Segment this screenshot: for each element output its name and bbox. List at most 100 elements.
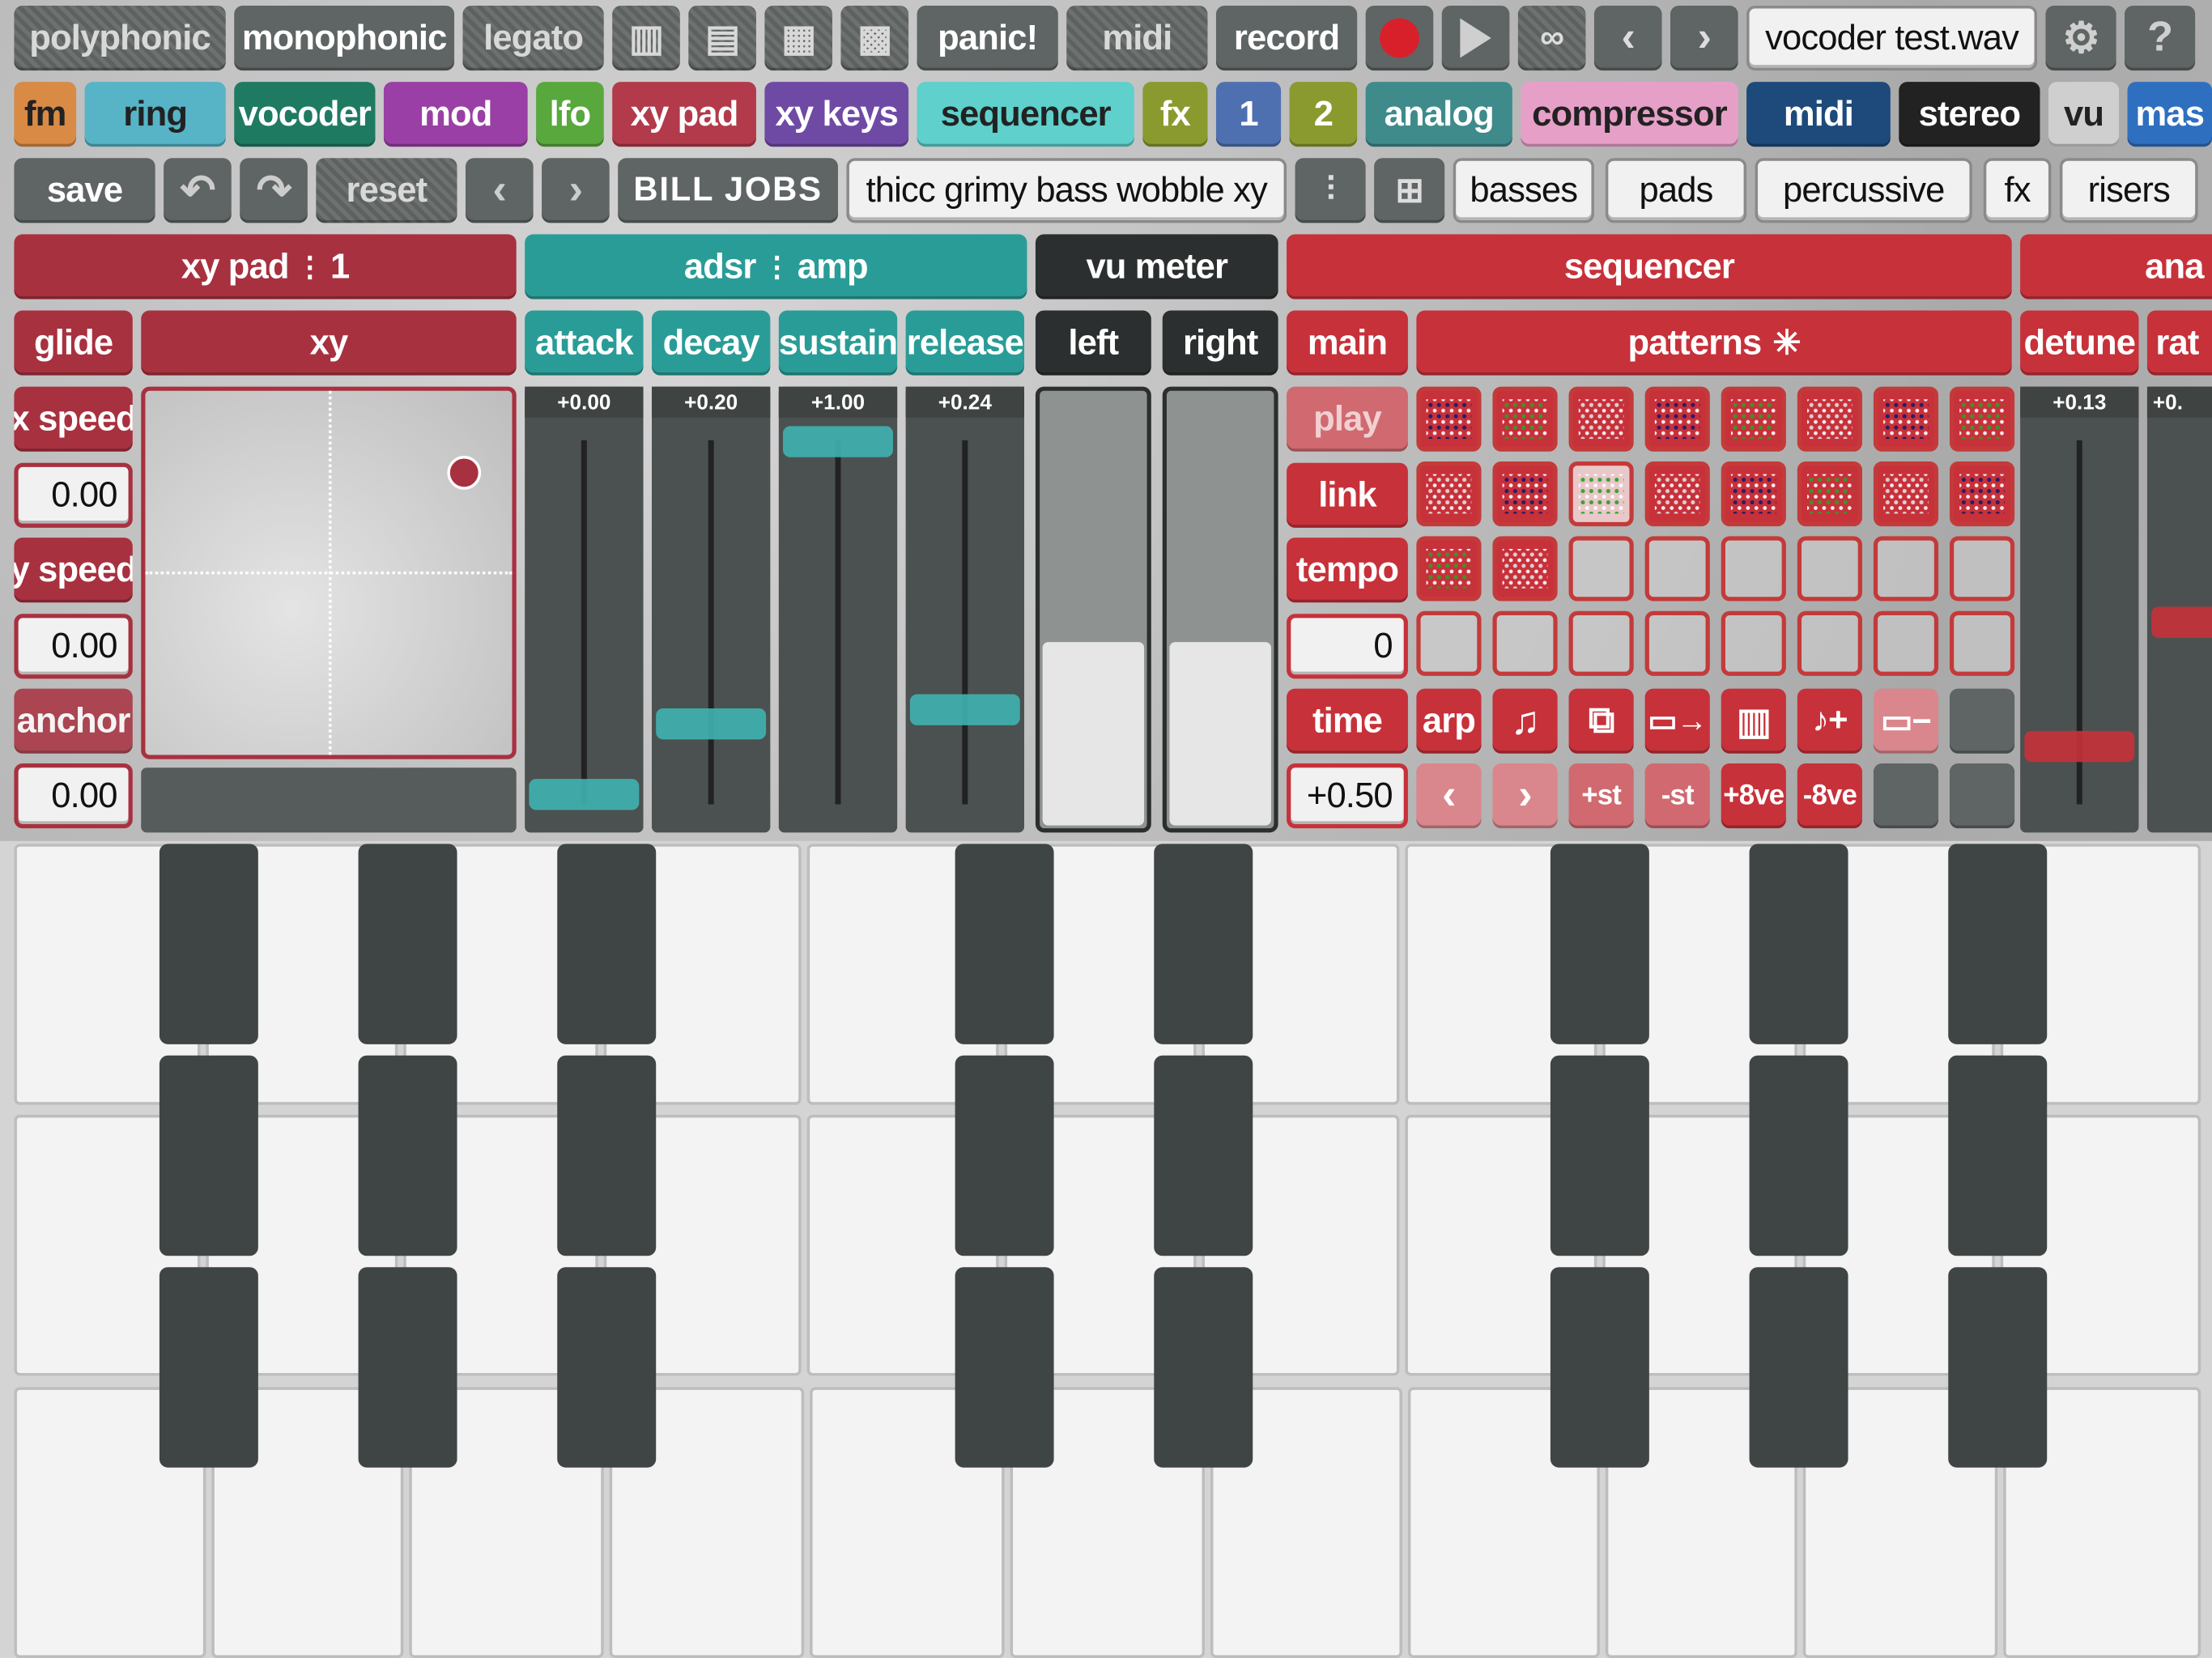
move-right-icon[interactable]: ▭→ [1644,688,1710,754]
pattern-slot[interactable] [1416,610,1482,676]
tab-xy-pad[interactable]: xy pad [612,82,756,147]
tab-ring[interactable]: ring [84,82,226,147]
tab-mod[interactable]: mod [383,82,528,147]
pattern-slot[interactable] [1644,610,1710,676]
gear-icon[interactable]: ⚙ [2045,5,2116,71]
rate-handle[interactable] [2151,606,2212,638]
pattern-slot[interactable] [1949,536,2015,602]
analog-header[interactable]: ana [2020,234,2212,300]
pattern-slot[interactable] [1721,536,1786,602]
adsr-attack-slider[interactable]: +0.00 [525,386,644,833]
tab-fm[interactable]: fm [14,82,77,147]
tab-lfo[interactable]: lfo [536,82,604,147]
tab-1[interactable]: 1 [1215,82,1282,147]
tab-sequencer[interactable]: sequencer [917,82,1134,147]
pattern-slot[interactable] [1721,386,1786,452]
black-key[interactable] [955,844,1054,1044]
black-key[interactable] [358,844,457,1044]
plus-semitone-button[interactable]: +st [1568,763,1634,829]
preset-next-icon[interactable]: › [542,158,610,223]
pattern-slot[interactable] [1492,536,1558,602]
black-key[interactable] [1550,844,1649,1044]
minus-semitone-button[interactable]: -st [1644,763,1710,829]
black-key[interactable] [1948,1055,2048,1256]
category-fx[interactable]: fx [1983,158,2052,223]
black-key[interactable] [1749,1055,1848,1256]
preset-author[interactable]: BILL JOBS [618,158,838,223]
chevron-left-icon[interactable]: ‹ [1593,5,1662,71]
adsr-sustain-slider[interactable]: +1.00 [778,386,898,833]
black-key[interactable] [358,1267,457,1468]
sequencer-main-button[interactable]: main [1287,310,1408,376]
tab-mas[interactable]: mas [2127,82,2212,147]
help-icon[interactable]: ? [2125,5,2196,71]
black-key[interactable] [1154,1267,1253,1468]
black-key[interactable] [1948,844,2048,1044]
redo-icon[interactable]: ↷ [240,158,308,223]
pattern-slot[interactable] [1492,461,1558,527]
pattern-slot[interactable] [1644,536,1710,602]
add-slider-icon[interactable]: ⊞ [1374,158,1445,223]
keyboard-layout-icon[interactable]: ▤ [688,5,756,71]
mixer-sliders-icon[interactable]: ⫶ [1295,158,1366,223]
minus-octave-button[interactable]: -8ve [1797,763,1862,829]
black-key[interactable] [159,1267,258,1468]
tab-xy-keys[interactable]: xy keys [764,82,909,147]
panic-button[interactable]: panic! [917,5,1058,71]
preset-prev-icon[interactable]: ‹ [465,158,534,223]
sequencer-link-button[interactable]: link [1287,462,1408,528]
black-key[interactable] [358,1055,457,1256]
adsr-attack-handle[interactable] [529,779,640,810]
record-dot-icon[interactable] [1365,5,1434,71]
rate-slider[interactable]: +0. [2146,386,2212,833]
adsr-release-handle[interactable] [909,694,1020,725]
adsr-header[interactable]: adsr ⋮ amp [525,234,1027,300]
category-pads[interactable]: pads [1605,158,1747,223]
tab-stereo[interactable]: stereo [1899,82,2040,147]
copy-icon[interactable]: ⧉ [1568,688,1634,754]
glide-button[interactable]: glide [14,310,133,376]
y-speed-value[interactable]: 0.00 [14,614,133,679]
legato-button[interactable]: legato [462,5,604,71]
black-key[interactable] [1948,1267,2048,1468]
play-icon[interactable] [1441,5,1510,71]
black-key[interactable] [1749,1267,1848,1468]
remove-note-icon[interactable]: ▭− [1873,688,1939,754]
preset-name-field[interactable]: thicc grimy bass wobble xy [846,158,1287,223]
pattern-slot[interactable] [1568,536,1634,602]
pattern-slot[interactable] [1644,386,1710,452]
pattern-slot[interactable] [1797,461,1862,527]
chevron-right-icon[interactable]: › [1670,5,1738,71]
sequencer-header[interactable]: sequencer [1287,234,2012,300]
black-key[interactable] [1749,844,1848,1044]
trash-icon[interactable]: ▥ [1721,688,1786,754]
xy-pad-header[interactable]: xy pad ⋮ 1 [14,234,517,300]
xy-cursor-dot[interactable] [447,455,482,490]
pattern-slot[interactable] [1949,461,2015,527]
black-key[interactable] [159,1055,258,1256]
pattern-slot[interactable] [1873,536,1939,602]
sequencer-play-button[interactable]: play [1287,386,1408,452]
pattern-slot[interactable] [1644,461,1710,527]
pattern-slot[interactable] [1797,536,1862,602]
loop-tape-icon[interactable]: ∞ [1517,5,1586,71]
pattern-slot[interactable] [1416,386,1482,452]
save-button[interactable]: save [14,158,155,223]
pattern-slot[interactable] [1797,610,1862,676]
black-key[interactable] [955,1267,1054,1468]
pattern-slot[interactable] [1721,610,1786,676]
sequencer-time-button[interactable]: time [1287,688,1408,754]
sequencer-tempo-button[interactable]: tempo [1287,538,1408,603]
record-button[interactable]: record [1215,5,1358,71]
polyphonic-button[interactable]: polyphonic [14,5,226,71]
black-key[interactable] [557,1267,657,1468]
sequencer-patterns-button[interactable]: patterns ✳ [1416,310,2012,376]
anchor-value[interactable]: 0.00 [14,763,133,829]
category-percussive[interactable]: percussive [1755,158,1972,223]
pattern-slot[interactable] [1873,461,1939,527]
piano-keys-icon[interactable]: ▥ [612,5,680,71]
checker-keys-icon[interactable]: ▩ [840,5,909,71]
pattern-slot[interactable] [1492,386,1558,452]
tab-vocoder[interactable]: vocoder [234,82,376,147]
add-note-icon[interactable]: ♪+ [1797,688,1862,754]
